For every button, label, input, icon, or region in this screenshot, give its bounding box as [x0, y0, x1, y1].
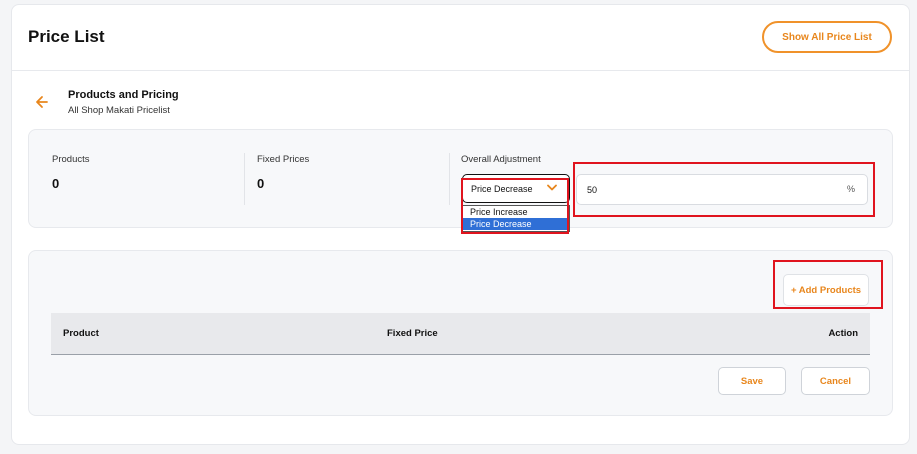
cancel-button[interactable]: Cancel [801, 367, 870, 395]
divider [449, 153, 450, 205]
products-count-label: Products [52, 154, 90, 165]
section-title: Products and Pricing [68, 89, 179, 101]
show-all-price-list-button[interactable]: Show All Price List [762, 21, 892, 53]
fixed-prices-label: Fixed Prices [257, 154, 310, 165]
column-fixed-price: Fixed Price [387, 328, 438, 339]
page-header: Price List Show All Price List [12, 5, 909, 71]
percent-suffix: % [846, 184, 855, 194]
products-table-header: Product Fixed Price Action [51, 313, 870, 355]
adjustment-type-options: Price Increase Price Decrease [462, 205, 570, 232]
overall-adjustment-label: Overall Adjustment [461, 154, 541, 165]
adjustment-percent-field: % [576, 174, 868, 205]
products-panel: + Add Products Product Fixed Price Actio… [28, 250, 893, 416]
fixed-prices-value: 0 [257, 176, 265, 191]
arrow-left-icon[interactable] [35, 95, 49, 109]
adjustment-type-value: Price Decrease [471, 183, 533, 194]
adjustment-percent-input[interactable] [587, 183, 827, 197]
products-count-value: 0 [52, 176, 60, 191]
add-products-button[interactable]: + Add Products [783, 274, 869, 306]
section-subtitle: All Shop Makati Pricelist [68, 105, 170, 116]
option-price-increase[interactable]: Price Increase [463, 206, 569, 218]
divider [244, 153, 245, 205]
column-action: Action [828, 328, 858, 339]
page-title: Price List [28, 27, 105, 46]
adjustment-type-select[interactable]: Price Decrease [462, 174, 570, 203]
option-price-decrease[interactable]: Price Decrease [463, 218, 569, 230]
price-list-card: Price List Show All Price List Products … [11, 4, 910, 445]
chevron-down-icon [547, 184, 557, 191]
save-button[interactable]: Save [718, 367, 786, 395]
summary-panel: Products 0 Fixed Prices 0 Overall Adjust… [28, 129, 893, 232]
column-product: Product [63, 328, 99, 339]
